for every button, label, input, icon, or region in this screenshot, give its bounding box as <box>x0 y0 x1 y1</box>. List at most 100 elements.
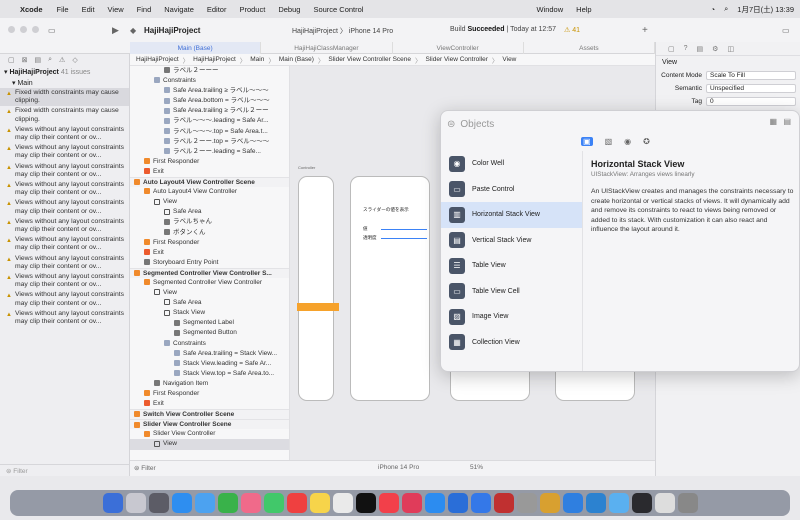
outline-item[interactable]: Storyboard Entry Point <box>130 258 289 268</box>
outline-item[interactable]: Safe Area.trailing ≥ ラベル２ーー <box>130 106 289 116</box>
zoom-level[interactable]: 51% <box>470 464 483 471</box>
outline-item[interactable]: ラベル２ーー.top = ラベル〜〜〜 <box>130 137 289 147</box>
outline-item[interactable]: Safe Area.trailing ≥ ラベル〜〜〜 <box>130 86 289 96</box>
outline-item[interactable]: First Responder <box>130 157 289 167</box>
objects-tab-icon[interactable]: ▣ <box>581 137 593 146</box>
menu-product[interactable]: Product <box>239 5 265 14</box>
attributes-icon[interactable]: ⚙ <box>712 45 718 53</box>
outline-item[interactable]: Exit <box>130 167 289 177</box>
library-item[interactable]: ▨ Image View <box>441 304 582 330</box>
outline-item[interactable]: ラベル２ーーー <box>130 66 289 76</box>
issue-item[interactable]: ▲ Views without any layout constraints ma… <box>0 162 129 180</box>
menu-debug[interactable]: Debug <box>278 5 300 14</box>
jump-bar-item[interactable]: Slider View Controller Scene <box>328 56 411 63</box>
zoom-button[interactable] <box>32 26 39 33</box>
inspector-value[interactable]: Scale To Fill <box>706 71 796 80</box>
minimize-button[interactable] <box>20 26 27 33</box>
issue-item[interactable]: ▲ Views without any layout constraints ma… <box>0 272 129 290</box>
issue-item[interactable]: ▲ Views without any layout constraints ma… <box>0 217 129 235</box>
outline-item[interactable]: ボタンくん <box>130 228 289 238</box>
issue-item[interactable]: ▲ Fixed width constraints may cause clipp… <box>0 106 129 124</box>
outline-item[interactable]: Constraints <box>130 339 289 349</box>
outline-item[interactable]: Stack View <box>130 308 289 318</box>
issue-item[interactable]: ▲ Views without any layout constraints ma… <box>0 309 129 327</box>
outline-item[interactable]: ラベル２ーー.leading = Safe... <box>130 147 289 157</box>
issue-item[interactable]: ▲ Views without any layout constraints ma… <box>0 125 129 143</box>
device-config[interactable]: iPhone 14 Pro <box>378 464 419 471</box>
list-view-icon[interactable]: ▤ <box>783 117 791 126</box>
issue-item[interactable]: ▲ Views without any layout constraints ma… <box>0 235 129 253</box>
dock-app-icon[interactable] <box>125 493 146 513</box>
dock-app-icon[interactable] <box>217 493 238 513</box>
image-tab-icon[interactable]: ▧ <box>605 137 613 146</box>
color-tab-icon[interactable]: ◉ <box>624 137 631 146</box>
library-item[interactable]: ▥ Horizontal Stack View <box>441 202 582 228</box>
dock-app-icon[interactable] <box>562 493 583 513</box>
clock[interactable]: 1月7日(土) 13:39 <box>737 4 794 15</box>
symbol-icon[interactable]: ▤ <box>35 56 42 64</box>
menu-view[interactable]: View <box>108 5 124 14</box>
outline-item[interactable]: View <box>130 197 289 207</box>
outline-item[interactable]: View <box>130 288 289 298</box>
issue-item[interactable]: ▲ Fixed width constraints may cause clipp… <box>0 88 129 107</box>
issue-item[interactable]: ▲ Views without any layout constraints ma… <box>0 143 129 161</box>
dock-app-icon[interactable] <box>424 493 445 513</box>
outline-item[interactable]: Constraints <box>130 76 289 86</box>
dock-app-icon[interactable] <box>194 493 215 513</box>
dock-app-icon[interactable] <box>102 493 123 513</box>
outline-item[interactable]: Safe Area <box>130 207 289 217</box>
navigator-filter[interactable]: ⊜ Filter <box>0 464 130 476</box>
tab-assets[interactable]: Assets <box>524 42 655 54</box>
wifi-icon[interactable]: ◔ <box>711 5 716 14</box>
dock-app-icon[interactable] <box>332 493 353 513</box>
dock-app-icon[interactable] <box>470 493 491 513</box>
menu-source-control[interactable]: Source Control <box>313 5 363 14</box>
issue-icon[interactable]: ⚠ <box>59 56 65 64</box>
dock-app-icon[interactable] <box>493 493 514 513</box>
outline-item[interactable]: Switch View Controller Scene <box>130 409 289 420</box>
menu-window[interactable]: Window <box>536 5 563 14</box>
grid-view-icon[interactable]: ▦ <box>769 117 777 126</box>
library-item[interactable]: ◉ Color Well <box>441 151 582 177</box>
outline-item[interactable]: Auto Layout4 View Controller Scene <box>130 177 289 188</box>
outline-item[interactable]: Segmented Button <box>130 328 289 338</box>
dock-app-icon[interactable] <box>171 493 192 513</box>
dock-app-icon[interactable] <box>286 493 307 513</box>
jump-bar-item[interactable]: View <box>502 56 516 63</box>
dock-app-icon[interactable] <box>309 493 330 513</box>
library-item[interactable]: ☰ Table View <box>441 253 582 279</box>
library-item[interactable]: ▦ Collection View <box>441 330 582 356</box>
menu-find[interactable]: Find <box>137 5 152 14</box>
outline-item[interactable]: First Responder <box>130 238 289 248</box>
issue-item[interactable]: ▲ Views without any layout constraints ma… <box>0 254 129 272</box>
jump-bar-item[interactable]: Slider View Controller <box>426 56 488 63</box>
dock-app-icon[interactable] <box>355 493 376 513</box>
issue-item[interactable]: ▲ Views without any layout constraints ma… <box>0 290 129 308</box>
dock-app-icon[interactable] <box>608 493 629 513</box>
app-menu[interactable]: Xcode <box>20 5 43 14</box>
sidebar-toggle-icon[interactable]: ▭ <box>48 26 56 35</box>
jump-bar-item[interactable]: Main (Base) <box>279 56 314 63</box>
value-slider[interactable] <box>381 229 427 230</box>
issue-item[interactable]: ▲ Views without any layout constraints ma… <box>0 180 129 198</box>
run-icon[interactable]: ▶ <box>112 25 119 36</box>
outline-item[interactable]: Safe Area.bottom = ラベル〜〜〜 <box>130 96 289 106</box>
outline-item[interactable]: Auto Layout4 View Controller <box>130 187 289 197</box>
dock-app-icon[interactable] <box>516 493 537 513</box>
help-icon[interactable]: ? <box>684 45 688 52</box>
menu-help[interactable]: Help <box>576 5 591 14</box>
outline-item[interactable]: View <box>130 439 289 450</box>
outline-item[interactable]: Slider View Controller <box>130 429 289 439</box>
inspector-toggle-icon[interactable]: ▭ <box>782 26 790 35</box>
alpha-slider[interactable] <box>381 238 427 239</box>
library-item[interactable]: ▤ Vertical Stack View <box>441 228 582 254</box>
inspector-value[interactable]: Unspecified <box>706 84 796 93</box>
find-icon[interactable]: ⌕ <box>48 56 52 64</box>
outline-item[interactable]: Safe Area.trailing = Stack View... <box>130 349 289 359</box>
outline-item[interactable]: Stack View.top = Safe Area.to... <box>130 369 289 379</box>
scheme-selector[interactable]: HajiHajiProject 〉 iPhone 14 Pro <box>292 26 393 36</box>
jump-bar-item[interactable]: HajiHajiProject <box>193 56 236 63</box>
identity-icon[interactable]: ▤ <box>697 45 704 53</box>
outline-item[interactable]: Navigation Item <box>130 379 289 389</box>
warning-count[interactable]: ⚠ 41 <box>564 26 580 34</box>
